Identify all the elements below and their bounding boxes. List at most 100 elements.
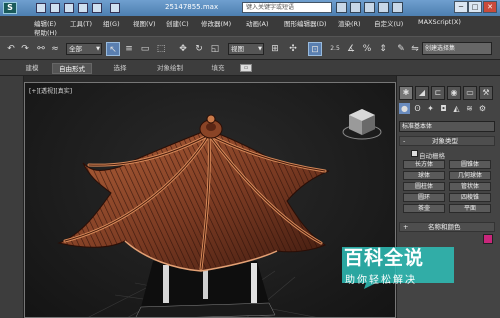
undo-tool-icon[interactable]: ↶ (4, 42, 18, 56)
pivot-center-icon[interactable]: ⊞ (268, 42, 282, 56)
selection-filter-select[interactable]: 全部 ▼ (66, 43, 102, 55)
selection-filter-value: 全部 (69, 45, 82, 53)
subscription-icon[interactable] (350, 2, 361, 13)
viewcube-icon[interactable] (341, 105, 383, 141)
bind-space-warp-icon[interactable]: ≈ (48, 42, 62, 56)
named-selection-set-select[interactable]: 创建选择集 (422, 42, 492, 55)
autogrid-checkbox[interactable] (411, 150, 418, 157)
new-file-icon[interactable] (36, 3, 46, 13)
menu-graph-editors[interactable]: 图形编辑器(D) (284, 18, 327, 28)
helpers-icon[interactable]: ◭ (451, 103, 462, 114)
help-icon[interactable] (392, 2, 403, 13)
ribbon: 建模 自由形式 选择 对象绘制 填充 ▭ (0, 60, 500, 76)
cameras-icon[interactable]: ◘ (438, 103, 449, 114)
menu-views[interactable]: 视图(V) (133, 18, 156, 28)
create-subcategory-icons: ● ʘ ✦ ◘ ◭ ≋ ⚙ (399, 103, 497, 115)
window-crossing-icon[interactable]: ⬚ (154, 42, 168, 56)
menu-animation[interactable]: 动画(A) (246, 18, 269, 28)
select-and-scale-icon[interactable]: ◱ (208, 42, 222, 56)
undo-icon[interactable] (78, 3, 88, 13)
object-type-rollout-header[interactable]: - 对象类型 (399, 136, 495, 146)
utilities-tab-icon[interactable]: ⚒ (479, 86, 493, 100)
edit-named-selection-icon[interactable]: ✎ (394, 42, 408, 56)
space-warps-icon[interactable]: ≋ (464, 103, 475, 114)
systems-icon[interactable]: ⚙ (477, 103, 488, 114)
keyboard-shortcut-override-icon[interactable]: ⊡ (308, 42, 322, 56)
geosphere-button[interactable]: 几何球体 (449, 171, 491, 180)
select-and-move-icon[interactable]: ✥ (176, 42, 190, 56)
teapot-button[interactable]: 茶壶 (403, 204, 445, 213)
motion-tab-icon[interactable]: ◉ (447, 86, 461, 100)
menu-bar: 编辑(E) 工具(T) 组(G) 视图(V) 创建(C) 修改器(M) 动画(A… (0, 16, 500, 37)
pyramid-button[interactable]: 四棱锥 (449, 193, 491, 202)
project-folder-icon[interactable] (110, 3, 120, 13)
main-toolbar: ↶ ↷ ⚯ ≈ 全部 ▼ ↖ ≡ ▭ ⬚ ✥ ↻ ◱ 视图 ▼ ⊞ ✣ ⊡ 2.… (0, 36, 500, 60)
mirror-icon[interactable]: ⇋ (408, 42, 422, 56)
rectangular-selection-icon[interactable]: ▭ (138, 42, 152, 56)
link-icon[interactable]: ⚯ (34, 42, 48, 56)
modify-tab-icon[interactable]: ◢ (415, 86, 429, 100)
geometry-category-select[interactable]: 标准基本体 (399, 121, 495, 132)
maximize-button[interactable]: □ (468, 1, 482, 13)
minimize-button[interactable]: ─ (454, 1, 468, 13)
percent-snap-icon[interactable]: % (360, 42, 374, 56)
ribbon-minimize-toggle[interactable]: ▭ (240, 64, 252, 72)
tab-object-paint[interactable]: 对象绘制 (152, 63, 188, 74)
open-file-icon[interactable] (50, 3, 60, 13)
shapes-icon[interactable]: ʘ (412, 103, 423, 114)
menu-rendering[interactable]: 渲染(R) (338, 18, 361, 28)
autogrid-label: 自动栅格 (419, 152, 445, 160)
tab-selection[interactable]: 选择 (108, 63, 132, 74)
save-file-icon[interactable] (64, 3, 74, 13)
lights-icon[interactable]: ✦ (425, 103, 436, 114)
title-bar: S 25147855.max 键入关键字或短语 ─ □ ✕ (0, 0, 500, 16)
left-viewport-strip (0, 76, 24, 318)
cylinder-button[interactable]: 圆柱体 (403, 182, 445, 191)
window-title: 25147855.max (165, 3, 219, 11)
redo-icon[interactable] (92, 3, 102, 13)
menu-tools[interactable]: 工具(T) (70, 18, 92, 28)
reference-coordinate-value: 视图 (231, 45, 244, 53)
menu-maxscript[interactable]: MAXScript(X) (418, 18, 461, 26)
cone-button[interactable]: 圆锥体 (449, 160, 491, 169)
menu-customize[interactable]: 自定义(U) (374, 18, 403, 28)
watermark-subtitle: 助你轻松解决 (345, 275, 417, 286)
sphere-button[interactable]: 球体 (403, 171, 445, 180)
search-input[interactable]: 键入关键字或短语 (242, 2, 332, 13)
chevron-down-icon: ▼ (96, 46, 100, 52)
search-icon[interactable] (336, 2, 347, 13)
geometry-icon[interactable]: ● (399, 103, 410, 114)
menu-modifiers[interactable]: 修改器(M) (201, 18, 231, 28)
select-by-name-icon[interactable]: ≡ (122, 42, 136, 56)
tab-freeform[interactable]: 自由形式 (52, 63, 92, 74)
plane-button[interactable]: 平面 (449, 204, 491, 213)
select-object-icon[interactable]: ↖ (106, 42, 120, 56)
tab-populate[interactable]: 填充 (206, 63, 230, 74)
select-and-rotate-icon[interactable]: ↻ (192, 42, 206, 56)
watermark: 百科全说 助你轻松解决 (330, 237, 500, 295)
select-manipulate-icon[interactable]: ✣ (286, 42, 300, 56)
create-tab-icon[interactable]: ✱ (399, 86, 413, 100)
hierarchy-tab-icon[interactable]: ⊏ (431, 86, 445, 100)
menu-group[interactable]: 组(G) (103, 18, 120, 28)
rollout-collapse-icon: - (403, 137, 406, 145)
tube-button[interactable]: 管状体 (449, 182, 491, 191)
viewport-label[interactable]: [+][透视][真实] (29, 86, 72, 95)
close-button[interactable]: ✕ (483, 1, 497, 13)
hexagonal-roof (57, 114, 330, 272)
communication-center-icon[interactable] (364, 2, 375, 13)
app-logo-icon[interactable]: S (3, 2, 17, 14)
tab-modeling[interactable]: 建模 (20, 63, 44, 74)
favorites-star-icon[interactable] (378, 2, 389, 13)
torus-button[interactable]: 圆环 (403, 193, 445, 202)
angle-snap-icon[interactable]: ∡ (344, 42, 358, 56)
name-and-color-rollout-header[interactable]: + 名称和颜色 (399, 222, 495, 232)
display-tab-icon[interactable]: ▭ (463, 86, 477, 100)
menu-create[interactable]: 创建(C) (166, 18, 189, 28)
spinner-snap-icon[interactable]: ⇕ (376, 42, 390, 56)
rollout-expand-icon: + (403, 223, 409, 231)
snaps-toggle-icon[interactable]: 2.5 (328, 42, 342, 56)
box-button[interactable]: 长方体 (403, 160, 445, 169)
redo-tool-icon[interactable]: ↷ (18, 42, 32, 56)
reference-coordinate-select[interactable]: 视图 ▼ (228, 43, 264, 55)
